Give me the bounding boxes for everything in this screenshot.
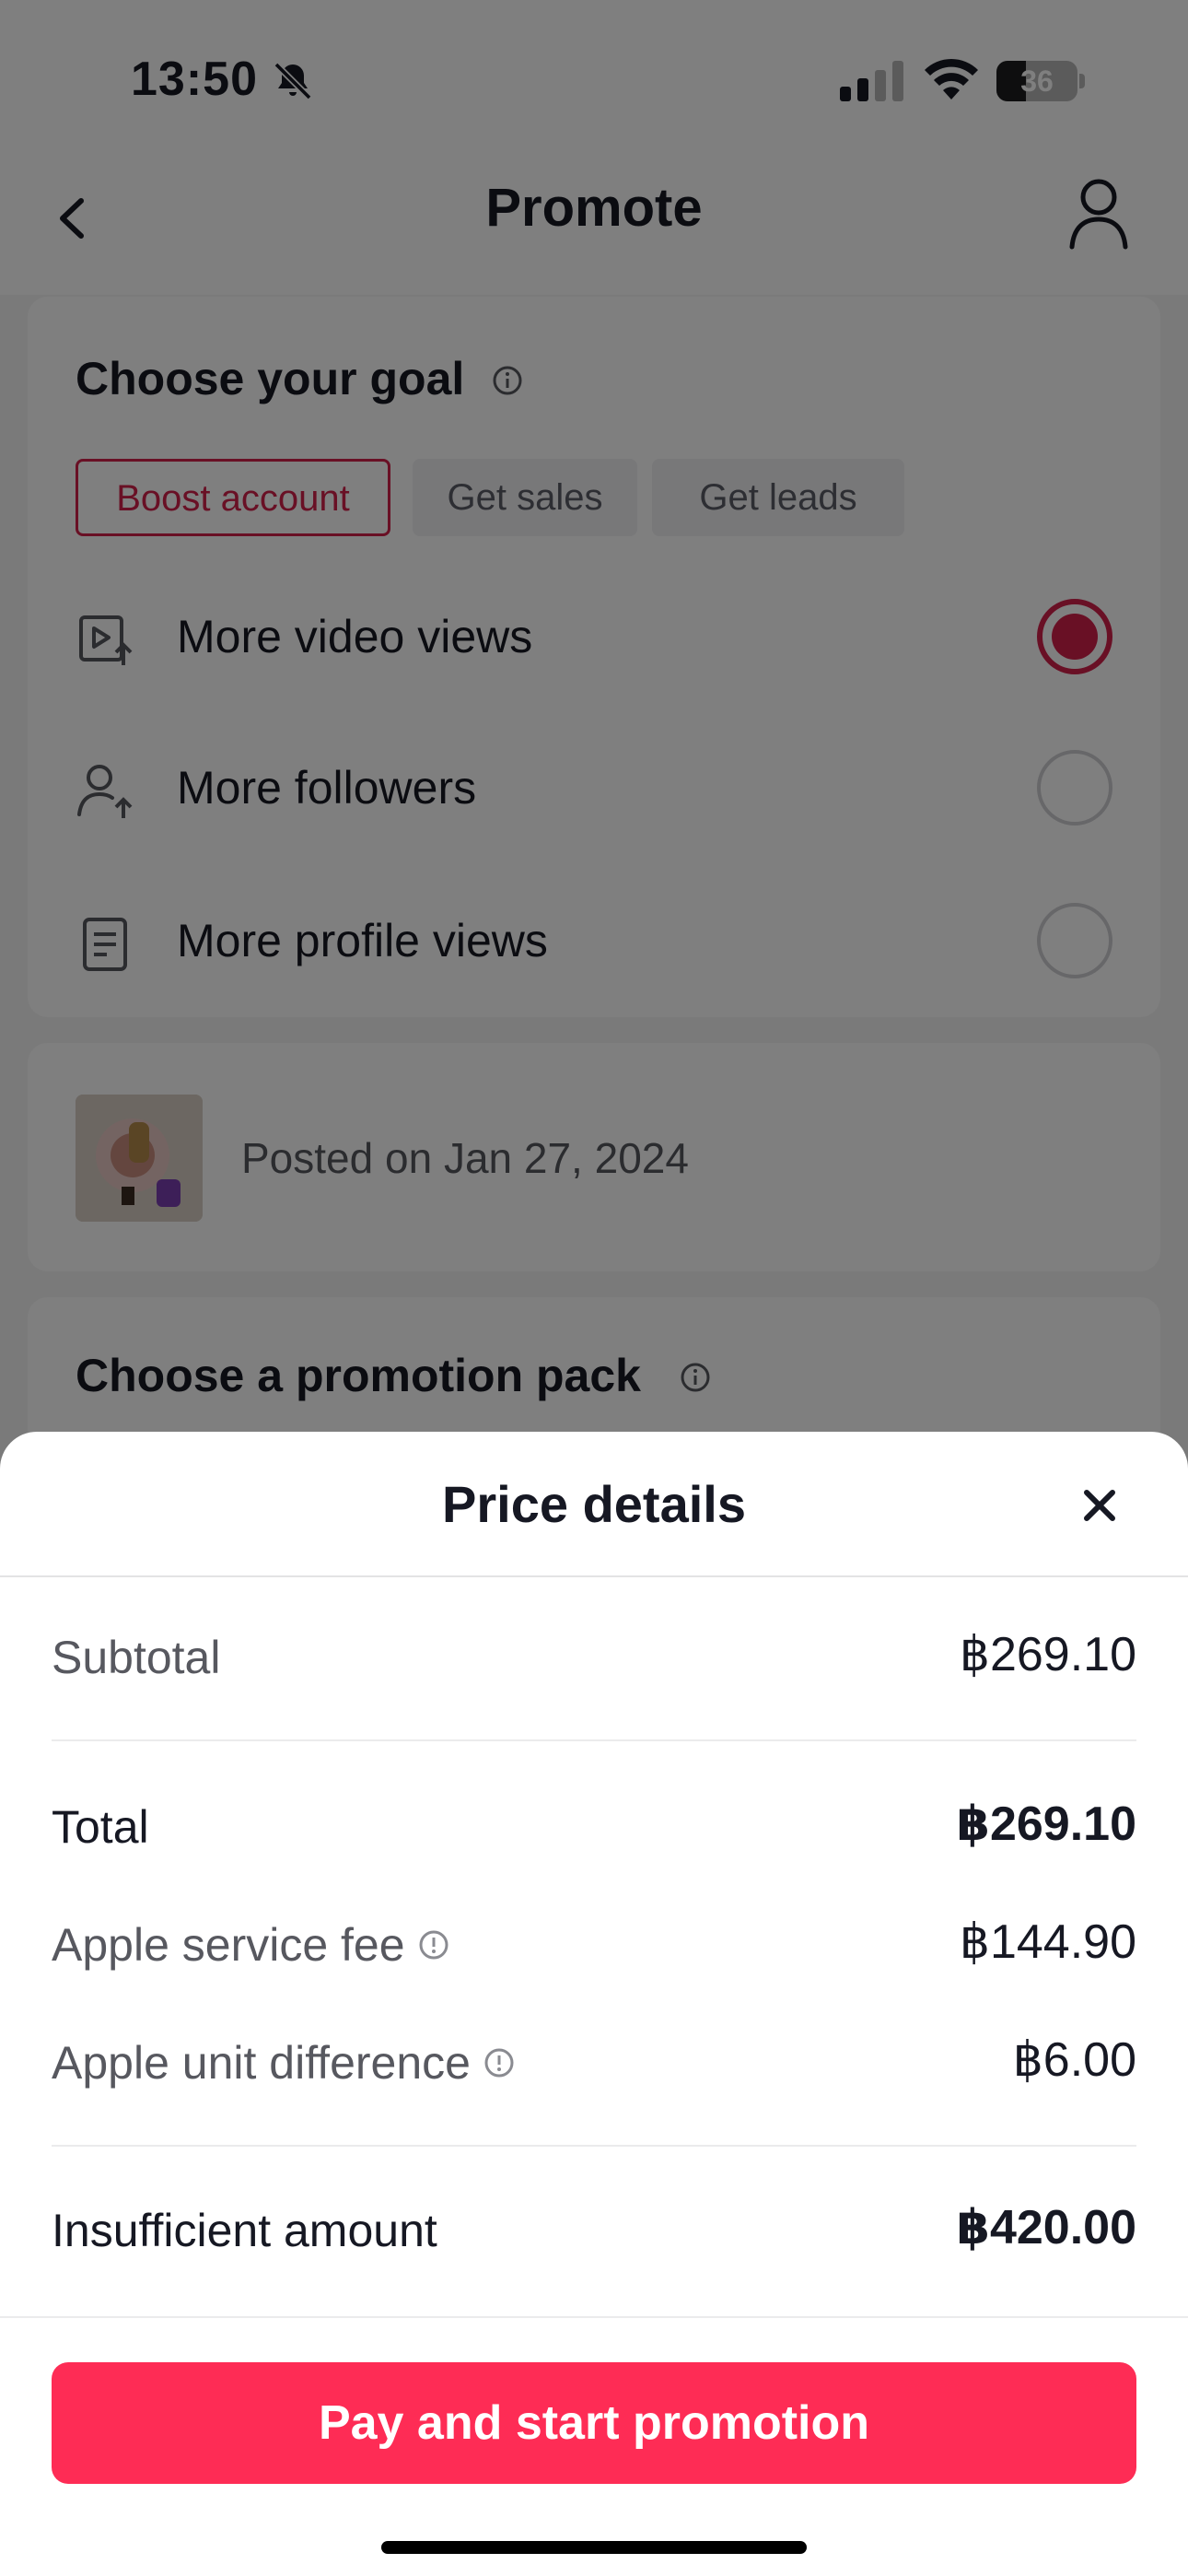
promote-screen: 13:50 36 Promote bbox=[0, 0, 1188, 2576]
subtotal-value: ฿269.10 bbox=[959, 1628, 1136, 1681]
insufficient-amount-row: Insufficient amount ฿420.00 bbox=[52, 2196, 1136, 2261]
unit-difference-label-wrap: Apple unit difference bbox=[52, 2036, 515, 2090]
close-icon[interactable] bbox=[1077, 1483, 1122, 1528]
home-indicator[interactable] bbox=[381, 2541, 807, 2554]
total-value: ฿269.10 bbox=[956, 1797, 1136, 1851]
divider bbox=[52, 2145, 1136, 2147]
service-fee-label-wrap: Apple service fee bbox=[52, 1918, 449, 1972]
divider bbox=[0, 2316, 1188, 2318]
total-label: Total bbox=[52, 1801, 149, 1853]
info-icon[interactable] bbox=[483, 2047, 515, 2078]
price-details-sheet: Price details Subtotal ฿269.10 Total ฿26… bbox=[0, 1432, 1188, 2576]
divider bbox=[0, 1575, 1188, 1577]
insufficient-value: ฿420.00 bbox=[956, 2201, 1136, 2254]
unit-difference-value: ฿6.00 bbox=[1012, 2033, 1136, 2087]
service-fee-row: Apple service fee ฿144.90 bbox=[52, 1911, 1136, 1975]
total-row: Total ฿269.10 bbox=[52, 1793, 1136, 1857]
sheet-title: Price details bbox=[442, 1475, 746, 1533]
service-fee-label: Apple service fee bbox=[52, 1919, 405, 1971]
info-icon[interactable] bbox=[418, 1929, 449, 1961]
subtotal-label: Subtotal bbox=[52, 1632, 221, 1683]
pay-and-start-promotion-button[interactable]: Pay and start promotion bbox=[52, 2362, 1136, 2484]
service-fee-value: ฿144.90 bbox=[959, 1915, 1136, 1969]
insufficient-label: Insufficient amount bbox=[52, 2205, 437, 2256]
subtotal-row: Subtotal ฿269.10 bbox=[52, 1623, 1136, 1688]
unit-difference-label: Apple unit difference bbox=[52, 2037, 471, 2089]
unit-difference-row: Apple unit difference ฿6.00 bbox=[52, 2029, 1136, 2093]
divider bbox=[52, 1739, 1136, 1741]
